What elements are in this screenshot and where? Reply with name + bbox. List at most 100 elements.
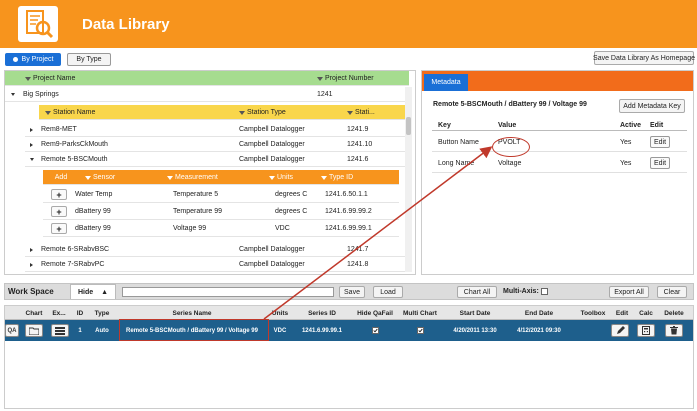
column-id: ID [76,309,84,317]
station-row[interactable]: Remote 6-SRabvBSC Campbell Datalogger 12… [25,242,409,257]
sensor-measurement: Voltage 99 [173,225,207,232]
tab-by-project[interactable]: By Project [5,53,61,66]
station-id: 1241.6 [347,156,369,163]
sensor-row[interactable]: + Water Temp Temperature 5 degrees C 124… [43,186,399,203]
column-station-type[interactable]: Station Type [239,105,344,120]
collapse-arrow-icon[interactable] [30,152,38,167]
tab-by-type[interactable]: By Type [67,53,111,66]
column-chart: Chart [25,309,43,317]
expand-arrow-icon[interactable] [30,137,38,152]
edit-pencil-icon[interactable] [611,324,629,337]
workspace-table-header: Chart Ex... ID Type Series Name Units Se… [5,306,693,320]
hide-workspace-button[interactable]: Hide ▲ [70,284,116,299]
chart-folder-icon[interactable] [25,324,43,337]
workspace-name-input[interactable] [122,287,334,297]
calculator-icon[interactable] [637,324,655,337]
column-edit: Edit [615,309,629,317]
edit-metadata-button[interactable]: Edit [650,136,670,148]
sensor-units: degrees C [275,191,308,198]
sensor-type-id: 1241.6.99.99.1 [325,225,372,232]
metadata-row: Long Name Voltage Yes Edit [432,153,687,173]
sensor-row[interactable]: + dBattery 99 Voltage 99 VDC 1241.6.99.9… [43,220,399,237]
metadata-row: Button Name PVOLT Yes Edit [432,132,687,152]
column-value: Value [498,121,517,129]
project-name: Big Springs [23,91,59,98]
end-date: 4/12/2021 09:30 [517,327,561,334]
scrollbar-thumb[interactable] [406,117,411,135]
series-id-number: 1 [78,327,82,334]
expand-arrow-icon[interactable] [30,122,38,137]
sensor-units: degrees C [275,208,308,215]
metadata-active: Yes [620,159,632,167]
column-multi-chart: Multi Chart [403,309,437,317]
station-type: Campbell Datalogger [239,126,305,133]
project-row[interactable]: Big Springs 1241 [5,87,409,102]
load-workspace-button[interactable]: Load [373,286,403,298]
column-add: Add [54,174,68,181]
save-workspace-button[interactable]: Save [339,286,365,298]
save-as-homepage-button[interactable]: Save Data Library As Homepage [593,51,695,65]
delete-trash-icon[interactable] [665,324,683,337]
station-row[interactable]: Rem8-MET Campbell Datalogger 1241.9 [25,122,409,137]
filter-icon [347,110,353,115]
expand-arrow-icon[interactable] [30,242,38,257]
station-name: Rem9-ParksCkMouth [41,141,108,148]
metadata-active: Yes [620,138,632,146]
filter-icon [317,76,323,81]
column-edit: Edit [650,121,664,129]
expand-arrow-icon[interactable] [30,257,38,272]
column-measurement[interactable]: Measurement [167,170,267,185]
filter-icon [167,175,173,180]
sensor-type-id: 1241.6.99.99.2 [325,208,372,215]
export-list-icon[interactable] [51,324,69,337]
column-station-name[interactable]: Station Name [45,105,235,120]
column-project-number[interactable]: Project Number [317,71,407,86]
export-all-button[interactable]: Export All [609,286,649,298]
column-units: Units [271,309,289,317]
callout-circle-highlight [492,137,530,157]
filter-icon [239,110,245,115]
column-station-id[interactable]: Stati... [347,105,407,120]
column-series-id: Series ID [308,309,336,317]
station-name: Remote 5-BSCMouth [41,156,108,163]
project-table-header: Project Name Project Number [5,71,409,86]
column-active: Active [620,121,642,129]
station-row[interactable]: Remote 5-BSCMouth Campbell Datalogger 12… [25,152,409,167]
sensor-name: Water Temp [75,191,113,198]
collapse-arrow-icon[interactable] [11,87,21,102]
clear-button[interactable]: Clear [657,286,687,298]
column-hide-qafail: Hide QaFail [357,309,393,317]
tree-scrollbar[interactable] [405,87,412,272]
station-row[interactable]: Remote 7-SRabvPC Campbell Datalogger 124… [25,257,409,272]
add-sensor-button[interactable]: + [51,223,67,234]
workspace-title: Work Space [8,287,54,296]
qa-button[interactable]: QA [5,324,19,337]
series-units: VDC [273,327,287,334]
multi-chart-checkbox[interactable] [399,320,441,341]
add-sensor-button[interactable]: + [51,189,67,200]
chart-all-button[interactable]: Chart All [457,286,497,298]
metadata-title: Remote 5-BSCMouth / dBattery 99 / Voltag… [433,101,587,108]
project-number: 1241 [317,91,333,98]
add-metadata-key-button[interactable]: Add Metadata Key [619,99,685,113]
column-delete: Delete [664,309,684,317]
sensor-row[interactable]: + dBattery 99 Temperature 99 degrees C 1… [43,203,399,220]
metadata-panel: Metadata Remote 5-BSCMouth / dBattery 99… [421,70,694,275]
column-series-name: Series Name [172,309,212,317]
column-type-id[interactable]: Type ID [321,170,397,185]
column-project-name[interactable]: Project Name [25,71,315,86]
station-row[interactable]: Rem9-ParksCkMouth Campbell Datalogger 12… [25,137,409,152]
edit-metadata-button[interactable]: Edit [650,157,670,169]
multi-axis-checkbox[interactable] [541,288,548,295]
hide-qafail-checkbox[interactable] [353,320,397,341]
column-calc: Calc [639,309,653,317]
metadata-key: Button Name [438,138,479,146]
page-title: Data Library [82,16,170,33]
tab-metadata[interactable]: Metadata [424,74,468,91]
station-id: 1241.7 [347,246,369,253]
column-sensor[interactable]: Sensor [85,170,165,185]
table-row[interactable]: QA 1 Auto Remote 5-BSCMouth / dBattery 9… [5,320,693,341]
add-sensor-button[interactable]: + [51,206,67,217]
column-units[interactable]: Units [269,170,319,185]
sensor-type-id: 1241.6.50.1.1 [325,191,368,198]
